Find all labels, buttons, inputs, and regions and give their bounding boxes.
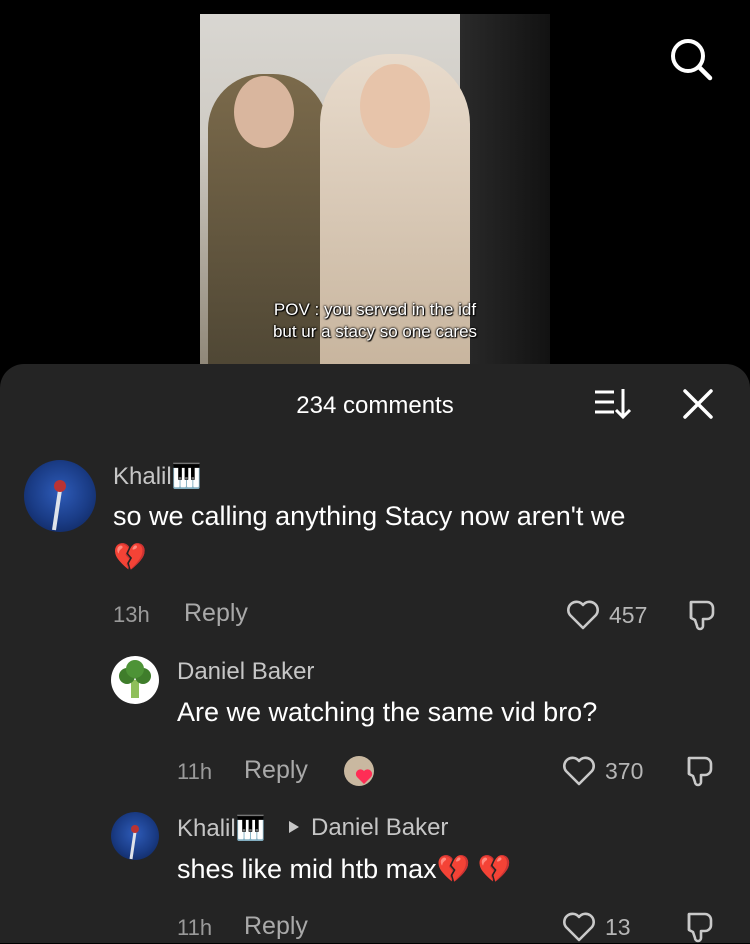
reply-button[interactable]: Reply bbox=[244, 756, 308, 785]
creator-liked-avatar bbox=[344, 756, 374, 786]
avatar-icon bbox=[129, 825, 139, 860]
avatar[interactable] bbox=[111, 656, 159, 704]
video-face-left bbox=[234, 76, 294, 148]
comments-sheet: 234 comments Khalil🎹 so we calling anyth… bbox=[0, 364, 750, 943]
video-face-right bbox=[360, 64, 430, 148]
heart-icon[interactable] bbox=[562, 912, 596, 942]
reply-to-name[interactable]: Daniel Baker bbox=[311, 814, 448, 842]
close-icon[interactable] bbox=[681, 387, 715, 421]
comment-text: Are we watching the same vid bro? bbox=[177, 697, 598, 727]
comment-author[interactable]: Khalil🎹 bbox=[113, 462, 202, 491]
comment-text: shes like mid htb max💔 💔 bbox=[177, 854, 512, 884]
reply-button[interactable]: Reply bbox=[244, 912, 308, 941]
comment-emoji: 💔 bbox=[113, 542, 147, 572]
reply-arrow-icon bbox=[289, 821, 299, 833]
reply-button[interactable]: Reply bbox=[184, 599, 248, 628]
comment-author[interactable]: Daniel Baker bbox=[177, 658, 314, 686]
video-caption-line-1: POV : you served in the idf bbox=[273, 300, 477, 319]
comment-text: so we calling anything Stacy now aren't … bbox=[113, 501, 626, 531]
like-count: 370 bbox=[605, 758, 644, 784]
heart-icon[interactable] bbox=[562, 756, 596, 786]
comment-author[interactable]: Khalil🎹 bbox=[177, 814, 266, 843]
comment-time: 13h bbox=[113, 602, 150, 627]
like-count: 457 bbox=[609, 602, 648, 628]
video-caption-line-2: but ur a stacy so one cares bbox=[272, 322, 478, 341]
broccoli-icon bbox=[119, 660, 151, 698]
like-count: 13 bbox=[605, 914, 631, 940]
dislike-icon[interactable] bbox=[681, 910, 715, 944]
creator-liked-heart-icon bbox=[355, 769, 373, 784]
search-icon[interactable] bbox=[668, 36, 714, 82]
dislike-icon[interactable] bbox=[683, 598, 717, 632]
avatar-icon bbox=[52, 480, 66, 531]
avatar[interactable] bbox=[111, 812, 159, 860]
heart-icon[interactable] bbox=[566, 600, 600, 630]
comments-count: 234 comments bbox=[296, 392, 454, 419]
avatar[interactable] bbox=[24, 460, 96, 532]
sort-icon[interactable] bbox=[592, 386, 632, 422]
comment-time: 11h bbox=[177, 759, 213, 784]
comment-time: 11h bbox=[177, 915, 213, 940]
dislike-icon[interactable] bbox=[681, 754, 715, 788]
